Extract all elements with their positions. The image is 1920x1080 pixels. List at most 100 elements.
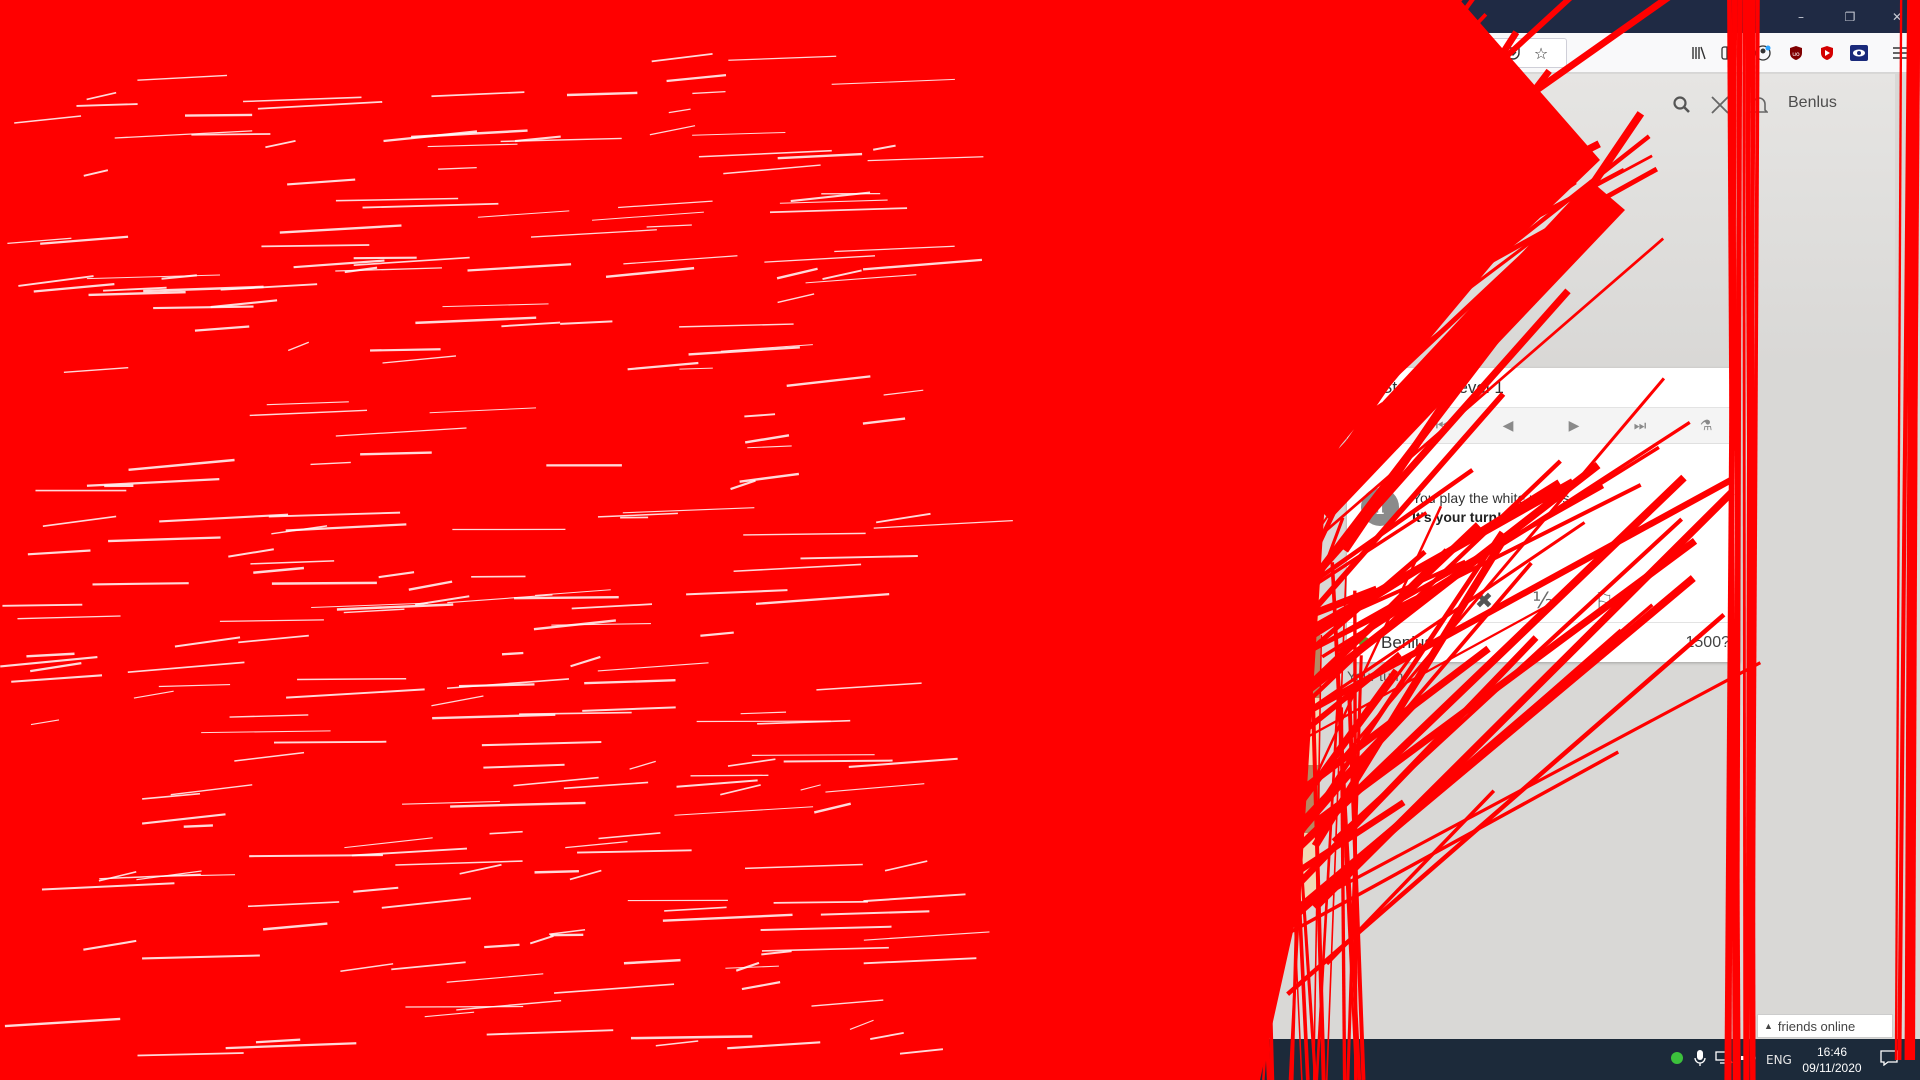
board-square[interactable] <box>1050 495 1118 563</box>
board-square[interactable] <box>915 427 983 495</box>
white-piece[interactable]: ♔ <box>1050 833 1118 901</box>
board-square[interactable] <box>1050 630 1118 698</box>
board-square[interactable] <box>1252 495 1320 563</box>
player-name[interactable]: Benlus <box>1381 633 1433 653</box>
bookmark-star-icon[interactable]: ☆ <box>1530 43 1552 63</box>
board-square[interactable] <box>982 562 1050 630</box>
board-square[interactable] <box>1117 630 1185 698</box>
board-square[interactable] <box>1185 495 1253 563</box>
board-square[interactable] <box>1117 360 1185 428</box>
board-square[interactable] <box>915 360 983 428</box>
white-piece[interactable]: ♗ <box>915 833 983 901</box>
white-piece[interactable]: ♙ <box>1118 765 1186 833</box>
board-square[interactable]: ♙ <box>780 765 848 833</box>
white-piece[interactable]: ♙ <box>983 765 1051 833</box>
opponent-name[interactable]: Stockfish level 1 <box>1381 378 1504 398</box>
board-square[interactable] <box>915 562 983 630</box>
board-square[interactable] <box>915 495 983 563</box>
board-square[interactable]: ♙ <box>915 765 983 833</box>
friends-online-button[interactable]: ▲ friends online <box>1757 1014 1893 1038</box>
board-square[interactable]: ♘ <box>1185 832 1253 901</box>
white-piece[interactable]: ♖ <box>780 833 848 901</box>
eye-extension-icon[interactable] <box>1848 43 1870 63</box>
board-square[interactable]: ♖ <box>1252 832 1321 901</box>
board-square[interactable] <box>1117 697 1185 765</box>
board-square[interactable]: ♙ <box>982 765 1051 833</box>
board-square[interactable] <box>982 427 1050 495</box>
board-square[interactable] <box>847 495 915 563</box>
library-icon[interactable] <box>1688 43 1710 63</box>
offer-draw-button[interactable]: ½ <box>1526 586 1560 616</box>
board-square[interactable]: ♔ <box>1050 832 1118 901</box>
board-square[interactable] <box>780 495 848 563</box>
last-move-button[interactable]: ⏭ <box>1620 414 1660 438</box>
board-square[interactable] <box>1252 562 1320 630</box>
board-square[interactable] <box>847 427 915 495</box>
ublock-origin-icon[interactable] <box>1816 43 1838 63</box>
board-square[interactable]: ♗ <box>915 832 983 901</box>
restore-button[interactable]: ❐ <box>1827 0 1873 33</box>
board-square[interactable]: ♕ <box>982 832 1051 901</box>
ublock-icon[interactable]: uo <box>1785 43 1807 63</box>
white-piece[interactable]: ♙ <box>1253 765 1321 833</box>
board-square[interactable] <box>1185 427 1253 495</box>
board-square[interactable] <box>780 630 848 698</box>
first-move-button[interactable]: ⏮ <box>1422 414 1462 438</box>
user-menu[interactable]: Benlus <box>1788 94 1837 112</box>
network-icon[interactable] <box>1715 1051 1733 1068</box>
white-piece[interactable]: ♙ <box>1050 765 1118 833</box>
board-square[interactable] <box>780 562 848 630</box>
board-square[interactable]: ♖ <box>780 832 848 901</box>
search-icon[interactable] <box>1673 92 1691 118</box>
more-icon[interactable]: ••• <box>1471 43 1493 63</box>
white-piece[interactable]: ♗ <box>1118 833 1186 901</box>
board-square[interactable] <box>1252 630 1320 698</box>
abort-button[interactable]: ✖ <box>1467 586 1501 616</box>
board-square[interactable] <box>1185 562 1253 630</box>
white-piece[interactable]: ♙ <box>915 765 983 833</box>
board-square[interactable]: ♙ <box>1050 765 1118 833</box>
white-piece[interactable]: ♘ <box>1185 833 1253 901</box>
board-square[interactable] <box>1050 360 1118 428</box>
sidebar-icon[interactable] <box>1718 43 1740 63</box>
board-square[interactable] <box>1050 562 1118 630</box>
board-square[interactable] <box>780 697 848 765</box>
analysis-button[interactable]: ⚗ <box>1686 414 1726 438</box>
board-square[interactable] <box>1252 427 1320 495</box>
volume-icon[interactable] <box>1740 1051 1756 1068</box>
microphone-icon[interactable] <box>1694 1050 1706 1069</box>
board-square[interactable] <box>1117 495 1185 563</box>
board-square[interactable] <box>982 495 1050 563</box>
language-indicator[interactable]: ENG <box>1766 1053 1792 1067</box>
board-square[interactable] <box>1252 360 1320 428</box>
board-square[interactable] <box>1185 697 1253 765</box>
board-square[interactable] <box>847 562 915 630</box>
board-square[interactable] <box>780 427 848 495</box>
next-move-button[interactable]: ▶ <box>1554 414 1594 438</box>
board-square[interactable] <box>1185 630 1253 698</box>
board-square[interactable] <box>780 360 848 428</box>
close-window-button[interactable]: ✕ <box>1874 0 1920 33</box>
swords-icon[interactable] <box>1710 92 1730 118</box>
white-piece[interactable]: ♙ <box>780 765 848 833</box>
board-square[interactable] <box>982 697 1050 765</box>
board-square[interactable] <box>1050 697 1118 765</box>
white-piece[interactable]: ♕ <box>983 833 1051 901</box>
white-piece[interactable]: ♙ <box>1185 765 1253 833</box>
board-square[interactable] <box>1117 562 1185 630</box>
board-square[interactable] <box>1050 427 1118 495</box>
menu-icon[interactable] <box>1889 43 1911 63</box>
minimize-button[interactable]: – <box>1778 0 1824 33</box>
bell-icon[interactable] <box>1750 92 1768 118</box>
board-square[interactable]: ♙ <box>1252 765 1321 833</box>
board-square[interactable] <box>915 697 983 765</box>
board-square[interactable] <box>847 360 915 428</box>
status-dot-icon[interactable] <box>1670 1051 1684 1068</box>
board-square[interactable] <box>915 630 983 698</box>
system-clock[interactable]: 16:46 09/11/2020 <box>1796 1044 1868 1076</box>
chessboard[interactable]: ♙ ♙ ♙ ♙ ♙ ♙ ♙ ♙ ♖ ♘ ♗ ♕ ♔ ♗ ♘ ♖ <box>780 360 1320 900</box>
pocket-icon[interactable] <box>1502 43 1524 63</box>
board-square[interactable] <box>847 697 915 765</box>
white-piece[interactable]: ♖ <box>1253 833 1321 901</box>
account-icon[interactable] <box>1752 43 1774 63</box>
